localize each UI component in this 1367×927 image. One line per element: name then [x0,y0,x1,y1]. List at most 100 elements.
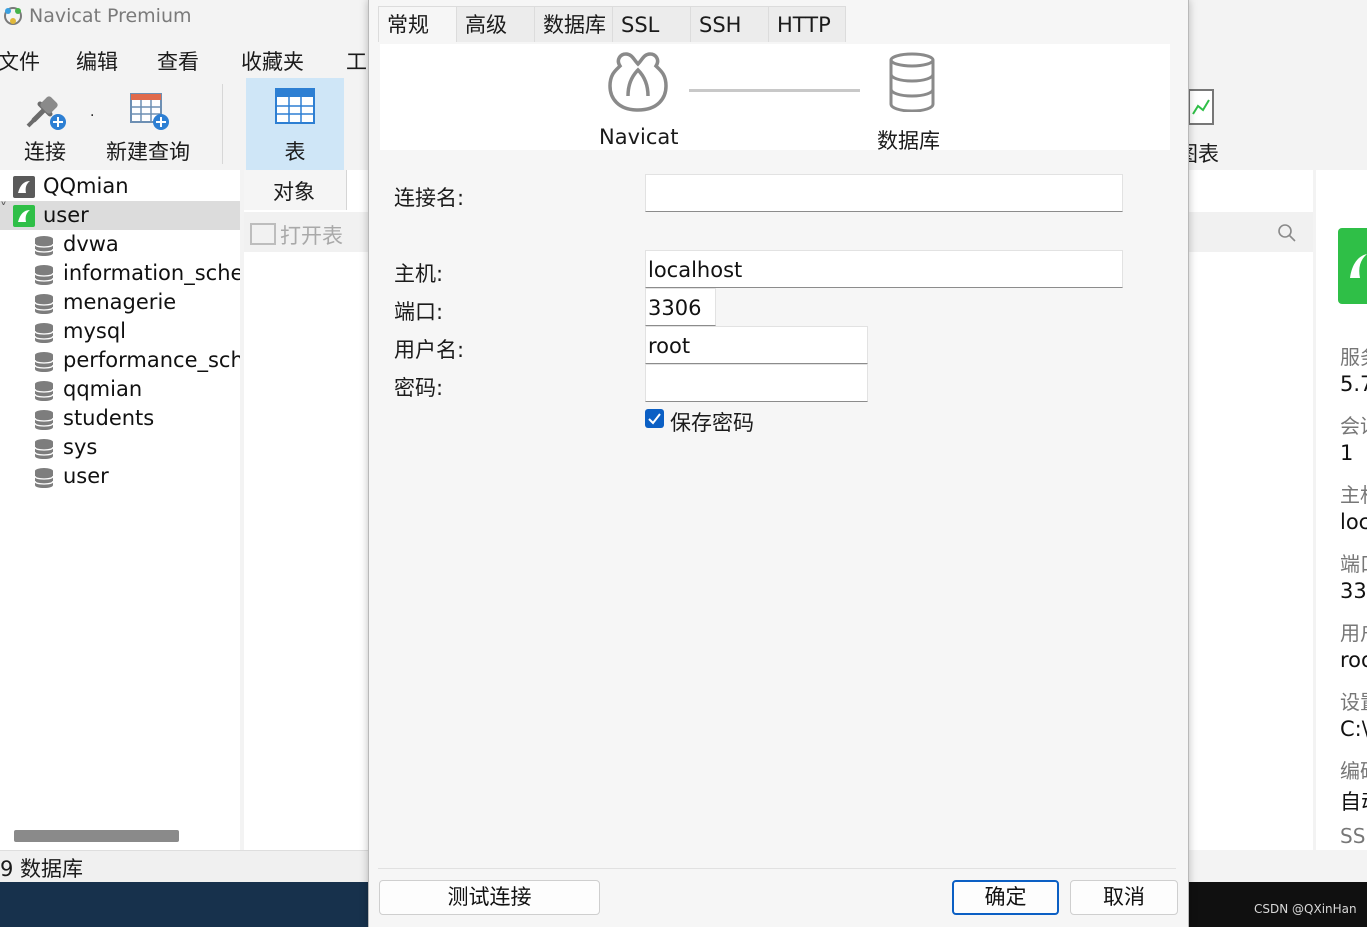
tab-databases[interactable]: 数据库 [534,6,614,42]
info-field-label: 编码 [1340,759,1367,783]
tree-database-label: students [63,406,155,430]
tree-database-item[interactable]: user [0,462,240,491]
dialog-tabs: 常规 高级 数据库 SSL SSH HTTP [378,6,1178,42]
info-field-value: loc [1340,510,1367,534]
search-icon[interactable] [1277,223,1297,243]
database-icon [34,439,54,459]
connect-button[interactable]: 连接 [10,78,80,170]
tree-database-item[interactable]: menagerie [0,288,240,317]
tree-connection-label: user [43,203,89,227]
chart-icon [1188,89,1214,125]
info-field-label: 会话 [1340,414,1367,438]
tab-advanced[interactable]: 高级 [456,6,536,42]
username-input[interactable] [645,326,868,364]
tree-database-item[interactable]: dvwa [0,230,240,259]
app-title: Navicat Premium [29,5,192,27]
tree-horizontal-scrollbar[interactable] [14,830,179,842]
new-query-icon [130,93,169,130]
tree-connection-user[interactable]: ˅ user [0,201,240,230]
database-icon [34,265,54,285]
app-title-bar: Navicat Premium [0,0,370,36]
info-field-value: 1 [1340,441,1354,465]
info-field-label: 用户 [1340,621,1367,645]
object-list-area [1187,170,1313,850]
status-database-count: 9 数据库 [0,857,84,881]
tree-connection-qqmian[interactable]: QQmian [0,172,240,201]
database-icon [34,381,54,401]
database-icon [34,352,54,372]
menu-edit[interactable]: 编辑 [76,46,118,76]
open-table-button[interactable]: 打开表 [250,220,343,250]
tab-http[interactable]: HTTP [768,6,846,42]
info-field-label: 端口 [1340,552,1367,576]
info-field-label: 主机 [1340,483,1367,507]
tab-objects[interactable]: 对象 [244,170,347,210]
tree-database-label: menagerie [63,290,177,314]
diagram-connector-line [689,89,860,92]
tab-ssh[interactable]: SSH [690,6,770,42]
tree-database-label: qqmian [63,377,143,401]
tree-database-item[interactable]: qqmian [0,375,240,404]
dropdown-arrow-icon[interactable]: · [90,108,94,124]
tree-database-item[interactable]: information_sche [0,259,240,288]
menu-tools[interactable]: 工 [346,46,367,76]
database-icon [34,468,54,488]
tree-database-item[interactable]: students [0,404,240,433]
save-password-label[interactable]: 保存密码 [670,407,754,437]
password-label: 密码: [394,376,444,400]
chart-button-label[interactable]: 图表 [1187,138,1219,168]
table-icon [275,88,315,124]
info-field-value: roo [1340,648,1367,672]
navicat-logo-icon [4,7,22,25]
info-field-value: 5.7 [1340,372,1367,396]
database-icon [34,294,54,314]
connection-tree: QQmian ˅ user dvwa information_schemenage… [0,170,240,850]
desktop-taskbar [0,882,370,927]
password-input[interactable] [645,364,868,402]
connect-label: 连接 [24,140,66,164]
database-icon [34,410,54,430]
host-input[interactable] [645,250,1123,288]
navicat-icon [608,52,668,112]
tree-database-label: sys [63,435,98,459]
tree-database-label: performance_sch [63,348,240,372]
new-query-label: 新建查询 [106,140,190,164]
tab-general[interactable]: 常规 [378,6,460,42]
checkmark-icon [648,413,661,425]
tree-database-item[interactable]: mysql [0,317,240,346]
info-field-value: C:\ [1340,717,1367,741]
save-password-checkbox[interactable] [645,409,664,428]
ok-button[interactable]: 确定 [952,880,1059,915]
table-label: 表 [284,140,306,164]
tree-connection-label: QQmian [43,174,129,198]
new-query-button[interactable]: 新建查询 [102,78,194,170]
menu-favorites[interactable]: 收藏夹 [241,46,304,76]
menu-file[interactable]: 文件 [0,46,40,76]
open-table-label: 打开表 [280,224,343,248]
mysql-server-icon [1338,228,1367,304]
port-label: 端口: [394,300,444,324]
object-pane [244,170,370,850]
test-connection-button[interactable]: 测试连接 [379,880,600,915]
connection-name-input[interactable] [645,174,1123,212]
tree-database-label: information_sche [63,261,240,285]
connection-name-label: 连接名: [394,186,465,210]
expand-chevron-icon[interactable]: ˅ [0,201,7,217]
info-field-label: 服务 [1340,345,1367,369]
tab-ssl[interactable]: SSL [612,6,692,42]
mysql-connection-icon [13,205,35,227]
tree-database-item[interactable]: performance_sch [0,346,240,375]
mysql-connection-icon [13,176,35,198]
menu-view[interactable]: 查看 [157,46,199,76]
toolbar-separator [222,84,223,164]
info-field-value: 33 [1340,579,1367,603]
menu-bar: 文件 编辑 查看 收藏夹 工 [0,36,370,78]
table-button[interactable]: 表 [246,78,344,170]
tree-database-item[interactable]: sys [0,433,240,462]
cancel-button[interactable]: 取消 [1070,880,1178,915]
database-icon [34,236,54,256]
tab-objects-label: 对象 [273,180,315,204]
open-table-icon [250,223,276,245]
port-input[interactable] [645,288,716,326]
main-toolbar: 连接 · 新建查询 表 [0,78,370,170]
